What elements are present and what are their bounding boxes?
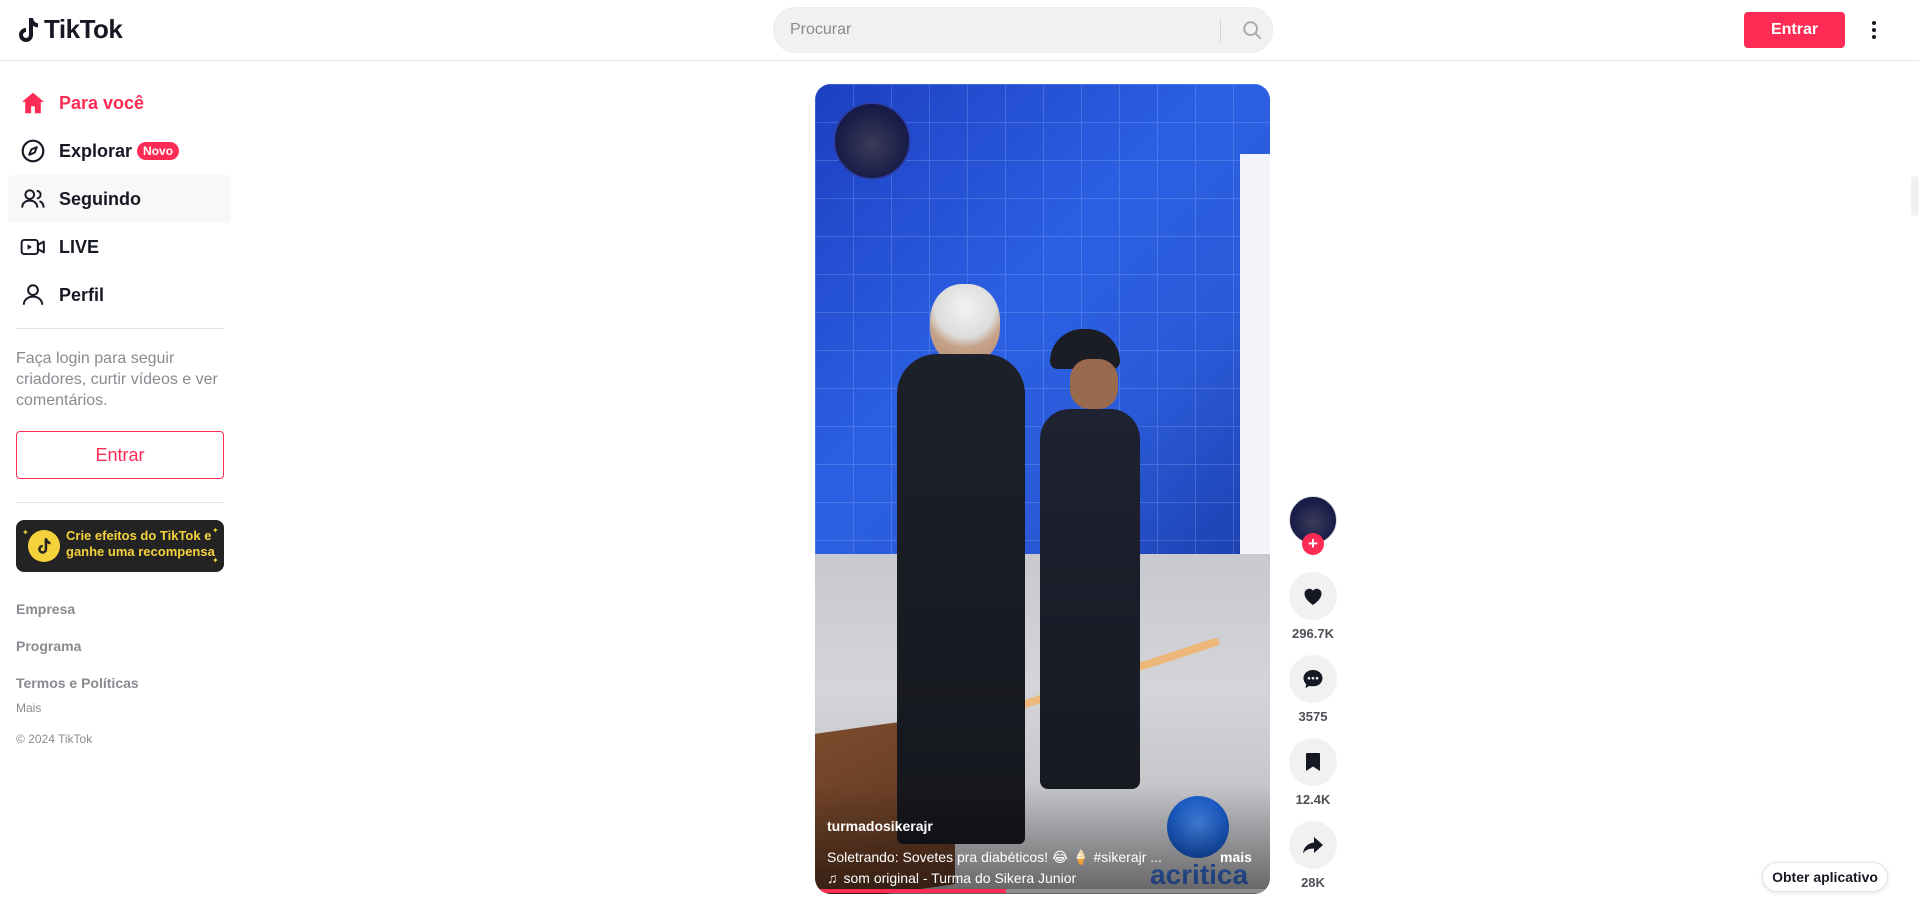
sparkle-icon: ✦ xyxy=(212,556,219,565)
like-button[interactable] xyxy=(1289,572,1337,620)
video-progress-fill xyxy=(815,889,1007,893)
video-author[interactable]: turmadosikerajr xyxy=(827,818,933,834)
search-divider xyxy=(1220,19,1221,43)
search-input[interactable] xyxy=(790,8,1210,52)
sidebar-item-profile[interactable]: Perfil xyxy=(8,271,231,319)
effects-promo-text: Crie efeitos do TikTok e ganhe uma recom… xyxy=(66,528,215,559)
sidebar-item-label: Perfil xyxy=(59,284,105,305)
video-person-guest xyxy=(1030,329,1150,789)
effect-house-icon xyxy=(28,530,60,562)
footer-link-program[interactable]: Programa xyxy=(16,638,81,654)
comment-button[interactable] xyxy=(1289,655,1337,703)
get-app-button[interactable]: Obter aplicativo xyxy=(1762,862,1888,892)
home-icon xyxy=(21,92,45,114)
person-icon xyxy=(22,284,44,305)
share-arrow-icon xyxy=(1303,837,1323,854)
sidebar-divider xyxy=(16,328,224,329)
footer-link-company[interactable]: Empresa xyxy=(16,601,75,617)
video-player[interactable]: acritica turmadosikerajr Soletrando: Sov… xyxy=(815,84,1270,894)
music-title: som original - Turma do Sikera Junior xyxy=(843,870,1077,886)
heart-icon xyxy=(1304,588,1322,605)
share-button[interactable] xyxy=(1289,821,1337,869)
sidebar-item-live[interactable]: LIVE xyxy=(8,223,231,271)
logo-text: TikTok xyxy=(44,14,123,44)
sidebar-divider xyxy=(16,502,224,503)
tiktok-note-icon xyxy=(19,17,38,42)
share-count: 28K xyxy=(1301,875,1325,890)
guest-body xyxy=(1040,409,1140,789)
sidebar-item-label: Para você xyxy=(59,92,145,113)
sparkle-icon: ✦ xyxy=(212,526,219,535)
video-channel-logo xyxy=(833,102,911,180)
sidebar-item-for-you[interactable]: Para você xyxy=(8,79,231,127)
scrollbar[interactable] xyxy=(1911,176,1919,216)
tiktok-logo[interactable]: TikTok xyxy=(16,14,123,45)
description-more-button[interactable]: mais xyxy=(1220,849,1252,865)
video-description: Soletrando: Sovetes pra diabéticos! 😂 🍦 … xyxy=(827,849,1162,865)
effects-promo-banner[interactable]: Crie efeitos do TikTok e ganhe uma recom… xyxy=(16,520,224,572)
save-count: 12.4K xyxy=(1295,792,1331,807)
more-options-button[interactable] xyxy=(1862,14,1886,46)
login-button[interactable]: Entrar xyxy=(1744,12,1845,48)
presenter-head xyxy=(930,284,1000,364)
sidebar-item-explore[interactable]: Explorar Novo xyxy=(8,127,231,175)
top-header: TikTok Entrar xyxy=(0,0,1919,61)
sidebar: Para você Explorar Novo Seguindo LIVE Pe… xyxy=(0,61,240,909)
music-note-icon: ♫ xyxy=(827,870,838,886)
bookmark-icon xyxy=(1306,753,1320,771)
comment-icon xyxy=(1303,670,1323,688)
video-background-screen xyxy=(1240,154,1270,554)
sidebar-login-button[interactable]: Entrar xyxy=(16,431,224,479)
video-progress-bar[interactable] xyxy=(815,889,1270,893)
sidebar-item-following[interactable]: Seguindo xyxy=(8,175,231,223)
video-person-presenter xyxy=(875,284,1025,844)
footer-link-more[interactable]: Mais xyxy=(16,701,41,715)
save-button[interactable] xyxy=(1289,738,1337,786)
sparkle-icon: ✦ xyxy=(22,528,29,537)
like-count: 296.7K xyxy=(1292,626,1334,641)
comment-count: 3575 xyxy=(1298,709,1328,724)
search-button[interactable] xyxy=(1230,8,1274,52)
sidebar-item-label: Explorar xyxy=(59,140,133,161)
search-icon xyxy=(1243,21,1262,40)
sidebar-item-label: LIVE xyxy=(59,236,100,257)
follow-plus-button[interactable]: + xyxy=(1302,533,1324,555)
search-bar xyxy=(773,7,1273,53)
guest-face xyxy=(1070,359,1118,409)
sidebar-item-label: Seguindo xyxy=(59,188,141,209)
live-video-icon xyxy=(20,238,45,256)
new-badge: Novo xyxy=(137,142,180,160)
footer-copyright: © 2024 TikTok xyxy=(16,732,93,746)
presenter-body xyxy=(897,354,1025,844)
vertical-dots-icon xyxy=(1872,21,1876,39)
footer-link-terms[interactable]: Termos e Políticas xyxy=(16,675,139,691)
login-prompt-text: Faça login para seguir criadores, curtir… xyxy=(16,350,218,409)
video-music[interactable]: ♫ som original - Turma do Sikera Junior xyxy=(827,870,1076,886)
compass-icon xyxy=(21,139,45,163)
users-icon xyxy=(21,189,45,208)
